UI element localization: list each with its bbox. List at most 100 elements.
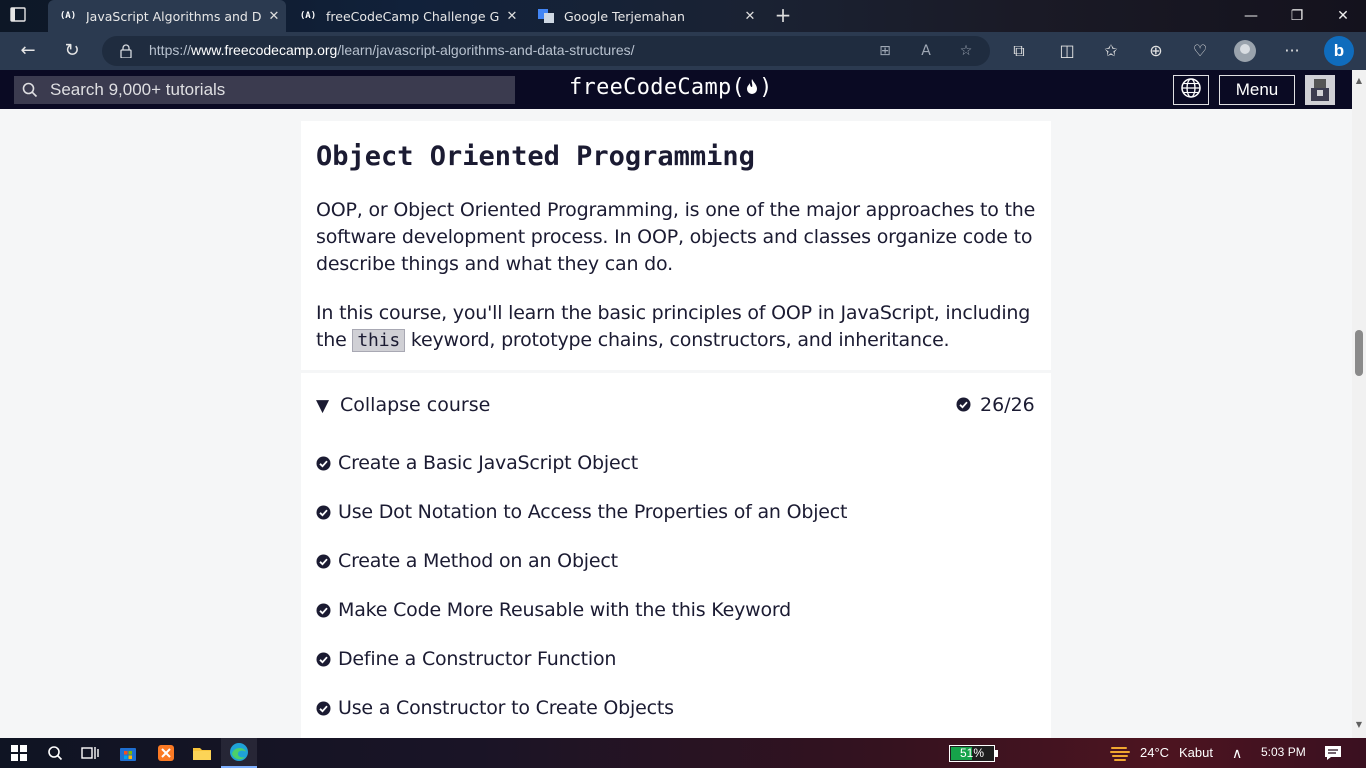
close-tab-icon[interactable]: ✕ bbox=[262, 9, 286, 24]
check-circle-icon bbox=[316, 652, 331, 667]
tab-challenge-guide[interactable]: (A) freeCodeCamp Challenge Guide: ... ✕ bbox=[288, 0, 524, 32]
fcc-navbar: freeCodeCamp() Menu bbox=[0, 70, 1366, 109]
check-circle-icon bbox=[316, 554, 331, 569]
search-input[interactable] bbox=[50, 76, 510, 104]
search-icon bbox=[22, 82, 38, 98]
page-scrollbar[interactable]: ▲ ▼ bbox=[1352, 70, 1366, 738]
performance-icon[interactable]: ♡ bbox=[1188, 40, 1212, 62]
freecodecamp-favicon-icon: (A) bbox=[59, 11, 77, 21]
lesson-title: Create a Basic JavaScript Object bbox=[338, 452, 638, 474]
lesson-title: Make Code More Reusable with the this Ke… bbox=[338, 599, 792, 621]
lesson-link[interactable]: Define a Constructor Function bbox=[316, 645, 616, 673]
menu-button[interactable]: Menu bbox=[1219, 75, 1295, 105]
weather-fog-icon[interactable] bbox=[1110, 742, 1132, 764]
extensions-icon[interactable]: ⧉ bbox=[1007, 40, 1031, 62]
url-path: /learn/javascript-algorithms-and-data-st… bbox=[337, 42, 635, 58]
profile-avatar[interactable] bbox=[1234, 40, 1256, 62]
fcc-logo[interactable]: freeCodeCamp() bbox=[569, 75, 773, 100]
intro-card: Object Oriented Programming OOP, or Obje… bbox=[301, 121, 1051, 370]
check-circle-icon bbox=[956, 397, 971, 412]
back-button[interactable]: ← bbox=[15, 39, 41, 63]
logo-text-close: ) bbox=[759, 75, 773, 100]
intro-paragraph: OOP, or Object Oriented Programming, is … bbox=[316, 199, 1036, 275]
collections-icon[interactable]: ⊕ bbox=[1144, 40, 1168, 62]
language-globe-button[interactable] bbox=[1173, 75, 1209, 105]
lesson-link[interactable]: Make Code More Reusable with the this Ke… bbox=[316, 596, 791, 624]
windows-start-icon[interactable] bbox=[8, 742, 30, 764]
xampp-icon[interactable] bbox=[155, 742, 177, 764]
new-tab-button[interactable]: + bbox=[772, 4, 794, 26]
lesson-link[interactable]: Use Dot Notation to Access the Propertie… bbox=[316, 498, 847, 526]
clock-time[interactable]: 5:03 PM bbox=[1261, 745, 1306, 759]
description-text: keyword, prototype chains, constructors,… bbox=[404, 329, 950, 351]
battery-percentage: 51% bbox=[959, 746, 985, 760]
lesson-title: Create a Method on an Object bbox=[338, 550, 618, 572]
lesson-title: Use a Constructor to Create Objects bbox=[338, 697, 674, 719]
triangle-down-icon: ▼ bbox=[316, 396, 330, 416]
temperature-text[interactable]: 24°C bbox=[1140, 745, 1169, 760]
lesson-link[interactable]: Create a Method on an Object bbox=[316, 547, 618, 575]
tab-actions-menu-icon[interactable] bbox=[10, 7, 38, 25]
check-circle-icon bbox=[316, 701, 331, 716]
check-circle-icon bbox=[316, 505, 331, 520]
user-avatar[interactable] bbox=[1305, 75, 1335, 105]
favorites-icon[interactable]: ✩ bbox=[1099, 40, 1123, 62]
course-block: ▼ Collapse course 26/26 Create a Basic J… bbox=[301, 373, 1051, 738]
tab-title: Google Terjemahan bbox=[564, 8, 685, 24]
weather-text[interactable]: Kabut bbox=[1179, 745, 1213, 760]
globe-icon bbox=[1180, 77, 1202, 103]
tab-google-translate[interactable]: Google Terjemahan ✕ bbox=[526, 0, 762, 32]
more-options-icon[interactable]: ··· bbox=[1280, 40, 1304, 62]
app-available-icon[interactable]: ⊞ bbox=[875, 41, 895, 61]
completed-count: 26/26 bbox=[980, 394, 1035, 416]
favorite-star-icon[interactable]: ☆ bbox=[956, 41, 976, 61]
scroll-down-arrow-icon[interactable]: ▼ bbox=[1355, 720, 1363, 729]
tab-title: freeCodeCamp Challenge Guide: ... bbox=[326, 8, 500, 24]
lesson-title: Define a Constructor Function bbox=[338, 648, 617, 670]
address-bar[interactable]: https://www.freecodecamp.org/learn/javas… bbox=[102, 36, 990, 66]
page-title: Object Oriented Programming bbox=[316, 141, 755, 172]
collapse-course-button[interactable]: ▼ Collapse course 26/26 bbox=[316, 393, 1036, 423]
minimize-button[interactable]: — bbox=[1228, 0, 1274, 32]
freecodecamp-favicon-icon: (A) bbox=[299, 11, 317, 21]
check-circle-icon bbox=[316, 603, 331, 618]
read-aloud-icon[interactable]: A bbox=[916, 41, 936, 61]
scrollbar-thumb[interactable] bbox=[1355, 330, 1363, 376]
translate-icon bbox=[538, 8, 554, 24]
url-scheme: https:// bbox=[149, 42, 192, 58]
scroll-up-arrow-icon[interactable]: ▲ bbox=[1355, 76, 1363, 85]
close-tab-icon[interactable]: ✕ bbox=[738, 9, 762, 24]
close-tab-icon[interactable]: ✕ bbox=[500, 9, 524, 24]
restore-button[interactable]: ❐ bbox=[1274, 0, 1320, 32]
url-text[interactable]: https://www.freecodecamp.org/learn/javas… bbox=[149, 42, 635, 58]
notifications-icon[interactable] bbox=[1322, 742, 1344, 764]
collapse-course-label: Collapse course bbox=[340, 394, 491, 416]
flame-icon bbox=[745, 75, 759, 100]
lesson-title: Use Dot Notation to Access the Propertie… bbox=[338, 501, 848, 523]
logo-text: freeCodeCamp( bbox=[569, 75, 746, 100]
windows-taskbar: 51% 24°C Kabut ∧ 5:03 PM bbox=[0, 738, 1366, 768]
lesson-link[interactable]: Create a Basic JavaScript Object bbox=[316, 449, 638, 477]
tab-title: JavaScript Algorithms and Data Structure… bbox=[86, 8, 262, 24]
battery-indicator[interactable]: 51% bbox=[949, 745, 998, 762]
lesson-link[interactable]: Use a Constructor to Create Objects bbox=[316, 694, 674, 722]
url-host: www.freecodecamp.org bbox=[191, 42, 338, 58]
browser-tab-strip: (A) JavaScript Algorithms and Data Struc… bbox=[0, 0, 1366, 32]
file-explorer-icon[interactable] bbox=[191, 742, 213, 764]
task-view-icon[interactable] bbox=[79, 742, 101, 764]
search-bar[interactable] bbox=[14, 76, 515, 104]
edge-browser-icon[interactable] bbox=[221, 738, 257, 768]
main-content: Object Oriented Programming OOP, or Obje… bbox=[0, 109, 1352, 738]
course-description-paragraph: In this course, you'll learn the basic p… bbox=[316, 300, 1036, 354]
check-circle-icon bbox=[316, 456, 331, 471]
microsoft-store-icon[interactable] bbox=[117, 742, 139, 764]
this-keyword-code: this bbox=[352, 329, 405, 352]
bing-copilot-icon[interactable]: b bbox=[1324, 36, 1354, 66]
refresh-button[interactable]: ↻ bbox=[59, 39, 85, 63]
search-icon[interactable] bbox=[44, 742, 66, 764]
lock-icon[interactable] bbox=[120, 43, 132, 59]
show-hidden-icons-chevron-up-icon[interactable]: ∧ bbox=[1232, 745, 1242, 762]
tab-javascript-algorithms[interactable]: (A) JavaScript Algorithms and Data Struc… bbox=[48, 0, 286, 32]
close-window-button[interactable]: ✕ bbox=[1320, 0, 1366, 32]
split-screen-icon[interactable]: ◫ bbox=[1055, 40, 1079, 62]
